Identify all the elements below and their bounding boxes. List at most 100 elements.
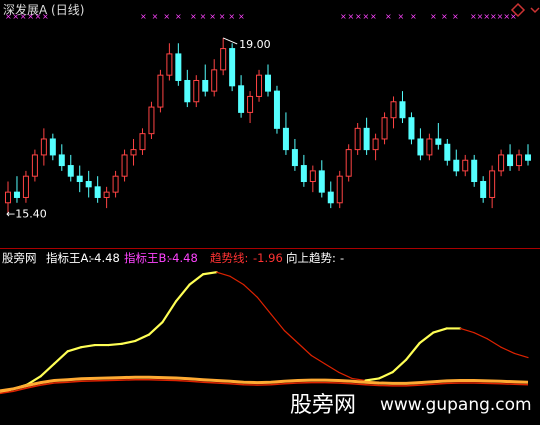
candle: [372, 133, 379, 161]
high-price-label: 19.00: [239, 38, 271, 51]
candle-body: [193, 79, 200, 103]
candle-body: [489, 170, 496, 198]
candle: [103, 186, 110, 209]
candle: [40, 128, 47, 166]
candle-body: [408, 117, 415, 140]
candle-body: [265, 74, 271, 92]
candle-body: [76, 175, 83, 183]
candle: [247, 91, 254, 124]
indicator-a-up-segment: [80, 343, 96, 349]
indicator-a-up-segment: [377, 371, 394, 380]
signal-marker: ×: [510, 12, 517, 21]
candle: [175, 43, 182, 86]
candle-body: [58, 154, 65, 167]
indicator-a-down-segment: [513, 352, 529, 359]
candle: [157, 69, 164, 113]
candle: [399, 91, 406, 124]
signal-marker: ×: [238, 12, 245, 21]
candle: [130, 138, 137, 166]
indicator-a-down-segment: [473, 331, 488, 340]
candle-body: [112, 175, 119, 193]
signal-marker: ×: [12, 12, 19, 21]
candle-body: [49, 138, 56, 156]
candle-body: [363, 127, 370, 151]
candle-body: [435, 138, 442, 145]
candle-body: [345, 149, 352, 177]
candle-body: [336, 175, 343, 204]
candle-body: [40, 138, 47, 156]
candle: [489, 165, 496, 209]
indicator-a-up-segment: [188, 273, 205, 286]
signal-marker: ×: [430, 12, 437, 21]
candle: [318, 160, 325, 198]
signal-marker: ×: [35, 12, 42, 21]
legend-value-b: -4.48: [168, 251, 198, 265]
candle: [363, 117, 370, 155]
candle-body: [22, 175, 29, 198]
candle-body: [282, 127, 289, 151]
candle: [516, 149, 523, 171]
indicator-a-up-segment: [405, 341, 421, 361]
indicator-legend: 股旁网 指标王A: -4.48 指标王B: -4.48 趋势线: -1.96 向…: [2, 251, 344, 265]
signal-marker: ×: [410, 12, 417, 21]
signal-marker: ×: [398, 12, 405, 21]
candle: [309, 165, 316, 193]
candle: [148, 101, 155, 139]
candle: [471, 154, 478, 187]
candle-body: [5, 191, 11, 204]
candlestick-series: [5, 37, 531, 214]
candle-body: [309, 170, 316, 183]
candle: [166, 43, 173, 81]
candle-body: [516, 154, 523, 167]
candle-body: [85, 181, 92, 188]
signal-marker: ×: [228, 12, 235, 21]
indicator-a-up-segment: [418, 331, 435, 345]
candle-body: [399, 101, 406, 119]
candle-body: [103, 191, 110, 198]
candle-body: [211, 69, 218, 92]
indicator-name: 股旁网: [2, 251, 37, 265]
indicator-a-down-segment: [310, 354, 326, 365]
candle: [139, 128, 146, 155]
signal-marker: ×: [363, 12, 370, 21]
candle-body: [202, 79, 209, 92]
indicator-a-down-segment: [283, 329, 299, 344]
candle: [327, 181, 334, 209]
candle-body: [256, 74, 263, 97]
candle-body: [94, 186, 101, 198]
candle-body: [273, 90, 280, 129]
candle: [417, 128, 424, 161]
candle-body: [157, 74, 164, 108]
candle-body: [525, 154, 531, 161]
candle: [345, 144, 352, 182]
candle: [49, 133, 56, 161]
signal-marker: ×: [5, 12, 12, 21]
candle: [390, 96, 397, 129]
candle: [498, 149, 505, 177]
candle-body: [372, 138, 379, 151]
candle-body: [148, 106, 155, 135]
legend-value-up: -: [340, 251, 344, 265]
candle: [31, 149, 38, 182]
candle: [193, 75, 200, 108]
candle: [291, 138, 298, 171]
candle: [408, 112, 415, 145]
candle: [282, 112, 289, 155]
candle: [238, 75, 245, 118]
signal-marker: ×: [219, 12, 226, 21]
signal-marker: ×: [370, 12, 377, 21]
indicator-a-down-segment: [297, 342, 312, 357]
candle: [184, 69, 191, 108]
chart-canvas: 深发展A (日线) × × × × × × × × × × × × × × × × × × × × × × × × × × × × × ×…: [0, 2, 540, 418]
candle-body: [498, 154, 505, 172]
indicator-a-up-segment: [39, 362, 56, 378]
candle: [381, 112, 388, 145]
signal-marker: ×: [355, 12, 362, 21]
indicator-a-down-segment: [243, 284, 258, 298]
signal-marker: ×: [20, 12, 27, 21]
candle-body: [471, 159, 478, 183]
candle-body: [462, 159, 469, 172]
candle: [211, 59, 218, 97]
candle-body: [426, 138, 433, 156]
candle: [94, 176, 101, 203]
